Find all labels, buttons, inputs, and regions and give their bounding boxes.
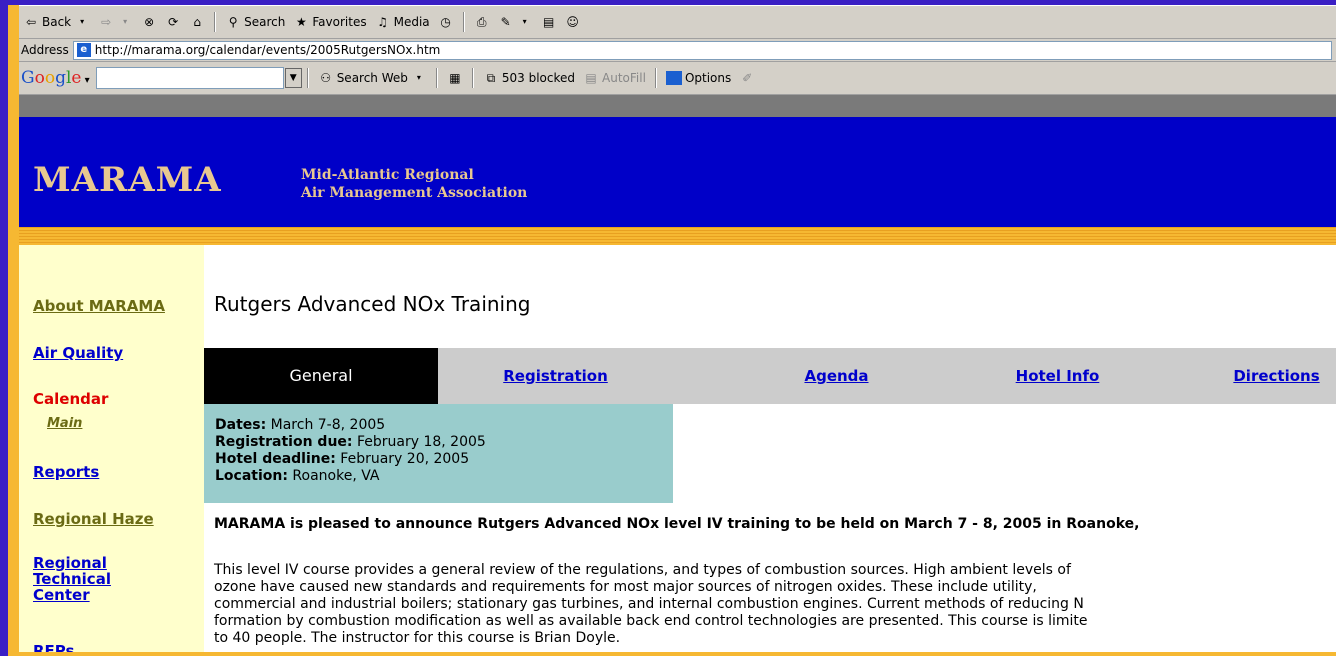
toolbar-separator — [214, 12, 217, 32]
event-hotel-deadline: Hotel deadline: February 20, 2005 — [215, 451, 470, 467]
event-registration-due: Registration due: February 18, 2005 — [215, 434, 486, 450]
sidebar-item-reports[interactable]: Reports — [33, 464, 99, 480]
tab-general[interactable]: General — [204, 348, 438, 404]
page-top-gap — [19, 95, 1336, 117]
print-icon: ⎙ — [476, 15, 487, 29]
history-button[interactable]: ◷ — [434, 14, 458, 30]
sidebar-nav: About MARAMA Air Quality Calendar Main R… — [19, 245, 204, 652]
edit-button[interactable]: ✎ ▾ — [494, 14, 537, 30]
options-button[interactable]: Options — [662, 71, 735, 85]
tab-agenda[interactable]: Agenda — [719, 348, 954, 404]
google-search-input[interactable] — [95, 67, 284, 89]
main-content: Rutgers Advanced NOx Training General Re… — [204, 245, 1336, 652]
sidebar-item-calendar[interactable]: Calendar — [33, 391, 108, 407]
description-line: formation by combustion modification as … — [214, 613, 1088, 629]
address-label: Address — [21, 43, 69, 57]
search-icon: ⚲ — [228, 15, 238, 29]
ie-page-icon: e — [76, 43, 91, 57]
favorites-button[interactable]: ★ Favorites — [289, 14, 370, 30]
home-button[interactable]: ⌂ — [185, 14, 209, 30]
address-url: http://marama.org/calendar/events/2005Ru… — [94, 43, 441, 57]
home-icon: ⌂ — [193, 15, 201, 29]
search-button[interactable]: ⚲ Search — [221, 14, 289, 30]
toolbar-separator — [435, 68, 438, 88]
refresh-button[interactable]: ⟳ — [161, 14, 185, 30]
document-icon: ▤ — [542, 15, 555, 29]
browser-window: ⇦ Back ▾ ⇨ ▾ ⊗ ⟳ ⌂ ⚲ Search ★ Favorites … — [19, 5, 1336, 652]
refresh-icon: ⟳ — [168, 15, 179, 29]
binoculars-icon: ⚇ — [320, 71, 332, 85]
autofill-icon: ▤ — [585, 71, 597, 85]
site-logo[interactable]: MARAMA — [33, 160, 222, 200]
dropdown-arrow-icon: ▾ — [416, 73, 421, 82]
event-info-box: Dates: March 7-8, 2005 Registration due:… — [204, 404, 673, 503]
messenger-icon: ☺ — [566, 15, 579, 29]
event-location: Location: Roanoke, VA — [215, 468, 380, 484]
pencil-icon: ✐ — [742, 71, 753, 85]
messenger-button[interactable]: ☺ — [561, 14, 585, 30]
back-button[interactable]: ⇦ Back ▾ — [19, 14, 94, 30]
favorites-icon: ★ — [295, 15, 307, 29]
window-frame: ⇦ Back ▾ ⇨ ▾ ⊗ ⟳ ⌂ ⚲ Search ★ Favorites … — [8, 5, 1336, 656]
news-icon: ▦ — [449, 71, 461, 85]
media-icon: ♫ — [377, 15, 388, 29]
tab-hotel-info[interactable]: Hotel Info — [940, 348, 1175, 404]
options-icon — [665, 71, 682, 85]
sidebar-item-about[interactable]: About MARAMA — [33, 298, 165, 314]
tab-registration[interactable]: Registration — [438, 348, 673, 404]
course-description: This level IV course provides a general … — [214, 562, 1336, 647]
sidebar-item-regional-technical-center[interactable]: Regional Technical Center — [33, 555, 111, 603]
forward-arrow-icon: ⇨ — [101, 15, 112, 29]
site-subtitle: Mid-Atlantic Regional Air Management Ass… — [301, 167, 528, 201]
sidebar-item-air-quality[interactable]: Air Quality — [33, 345, 123, 361]
tab-bar: General Registration Agenda Hotel Info D… — [204, 348, 1336, 404]
popup-blocker-icon: ⧉ — [486, 71, 496, 85]
description-line: ozone have caused new standards and requ… — [214, 579, 1037, 595]
site-banner: MARAMA Mid-Atlantic Regional Air Managem… — [19, 117, 1336, 227]
dropdown-arrow-icon: ▾ — [123, 17, 128, 26]
highlight-button[interactable]: ✐ — [735, 70, 759, 86]
history-icon: ◷ — [440, 15, 451, 29]
edit-icon: ✎ — [500, 15, 511, 29]
popup-blocker-button[interactable]: ⧉ 503 blocked — [479, 70, 579, 86]
toolbar-separator — [306, 68, 309, 88]
media-button[interactable]: ♫ Media — [371, 14, 434, 30]
discuss-button[interactable]: ▤ — [537, 14, 561, 30]
print-button[interactable]: ⎙ — [470, 14, 494, 30]
forward-button[interactable]: ⇨ ▾ — [94, 14, 137, 30]
standard-toolbar: ⇦ Back ▾ ⇨ ▾ ⊗ ⟳ ⌂ ⚲ Search ★ Favorites … — [19, 5, 1336, 39]
sidebar-subitem-main[interactable]: Main — [47, 416, 82, 432]
tab-directions[interactable]: Directions — [1159, 348, 1336, 404]
toolbar-separator — [471, 68, 474, 88]
google-logo-button[interactable]: Google ▾ — [19, 68, 90, 88]
news-button[interactable]: ▦ — [443, 70, 467, 86]
description-line: This level IV course provides a general … — [214, 562, 1071, 578]
autofill-button[interactable]: ▤ AutoFill — [579, 70, 650, 86]
page-title: Rutgers Advanced NOx Training — [214, 292, 531, 316]
search-web-button[interactable]: ⚇ Search Web ▾ — [314, 70, 431, 86]
stop-icon: ⊗ — [144, 15, 155, 29]
toolbar-separator — [462, 12, 465, 32]
address-bar: Address e http://marama.org/calendar/eve… — [19, 39, 1336, 62]
sidebar-item-regional-haze[interactable]: Regional Haze — [33, 511, 154, 527]
address-input[interactable]: e http://marama.org/calendar/events/2005… — [72, 40, 1332, 60]
stop-button[interactable]: ⊗ — [137, 14, 161, 30]
description-line: to 40 people. The instructor for this co… — [214, 630, 621, 646]
announcement-text: MARAMA is pleased to announce Rutgers Ad… — [214, 516, 1140, 532]
google-search-dropdown[interactable]: ▼ — [284, 68, 302, 88]
sidebar-item-rfps[interactable]: RFPs — [33, 643, 74, 652]
description-line: commercial and industrial boilers; stati… — [214, 596, 1084, 612]
dropdown-arrow-icon: ▾ — [80, 17, 85, 26]
toolbar-separator — [654, 68, 657, 88]
back-arrow-icon: ⇦ — [25, 15, 37, 29]
google-toolbar: Google ▾ ▼ ⚇ Search Web ▾ ▦ ⧉ 503 blocke… — [19, 62, 1336, 95]
dropdown-arrow-icon: ▾ — [522, 17, 527, 26]
banner-stripe — [19, 227, 1336, 245]
event-dates: Dates: March 7-8, 2005 — [215, 417, 386, 433]
